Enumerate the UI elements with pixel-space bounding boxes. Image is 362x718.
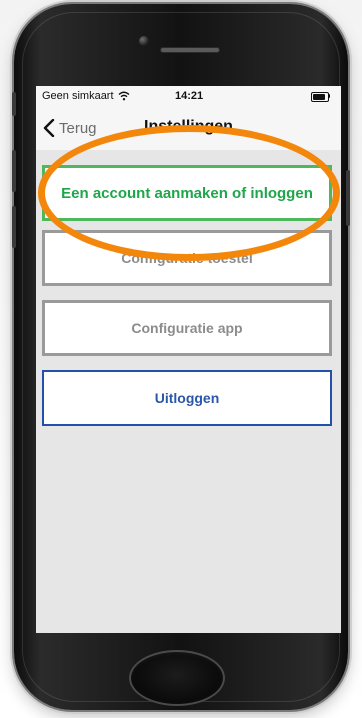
- create-account-or-login-button[interactable]: Een account aanmaken of inloggen: [42, 165, 332, 221]
- wifi-icon: [118, 91, 130, 101]
- carrier-label: Geen simkaart: [42, 90, 114, 102]
- battery-level: [313, 94, 325, 100]
- app-configuration-button[interactable]: Configuratie app: [42, 300, 332, 356]
- volume-down-button: [12, 206, 16, 248]
- logout-button[interactable]: Uitloggen: [42, 370, 332, 426]
- power-button: [346, 170, 350, 226]
- navigation-bar: Terug Instellingen: [36, 108, 341, 151]
- settings-content: Een account aanmaken of inloggen Configu…: [36, 150, 341, 633]
- page-title: Instellingen: [144, 118, 233, 135]
- battery-icon: [311, 92, 329, 102]
- battery-cap: [328, 94, 330, 98]
- phone-screen: Geen simkaart 14:21 Terug Instellingen E…: [36, 86, 341, 633]
- home-button[interactable]: [129, 650, 225, 706]
- device-configuration-button[interactable]: Configuratie toestel: [42, 230, 332, 286]
- status-bar: Geen simkaart 14:21: [36, 86, 341, 108]
- volume-up-button: [12, 150, 16, 192]
- clock-label: 14:21: [175, 90, 204, 102]
- earpiece-speaker: [160, 47, 220, 53]
- mute-switch: [12, 92, 16, 116]
- front-camera-icon: [139, 36, 149, 46]
